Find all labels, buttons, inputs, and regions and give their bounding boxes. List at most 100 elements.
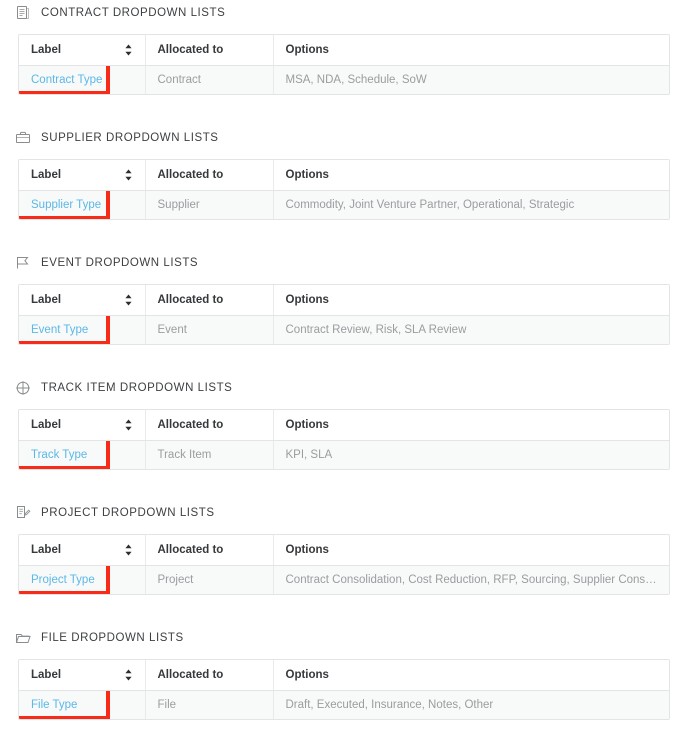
cell-options: KPI, SLA	[273, 440, 669, 469]
section-title: FILE DROPDOWN LISTS	[41, 632, 184, 644]
sort-arrows-icon[interactable]	[124, 44, 133, 56]
column-header-allocated-to-text: Allocated to	[157, 668, 224, 681]
section-header-supplier: SUPPLIER DROPDOWN LISTS	[0, 125, 688, 151]
column-header-label-text: Label	[31, 168, 62, 181]
table-row: Project Type Project Contract Consolidat…	[19, 565, 669, 594]
cell-allocated-to: Contract	[145, 65, 274, 94]
cell-allocated-to: Project	[145, 565, 274, 594]
column-header-allocated-to[interactable]: Allocated to	[145, 160, 274, 191]
dropdown-list-link[interactable]: Event Type	[31, 324, 88, 336]
dropdown-lists-table-file: Label Allocated to Options File Type Fil…	[18, 659, 670, 720]
column-header-allocated-to-text: Allocated to	[157, 293, 224, 306]
column-header-options-text: Options	[285, 43, 329, 56]
section-supplier: SUPPLIER DROPDOWN LISTS Label Allocated …	[0, 125, 688, 220]
section-title: CONTRACT DROPDOWN LISTS	[41, 7, 226, 19]
section-header-file: FILE DROPDOWN LISTS	[0, 625, 688, 651]
cell-label: Contract Type	[19, 65, 146, 94]
cell-options: Draft, Executed, Insurance, Notes, Other	[273, 690, 669, 719]
column-header-allocated-to[interactable]: Allocated to	[145, 535, 274, 566]
column-header-label-text: Label	[31, 418, 62, 431]
cell-options: Contract Consolidation, Cost Reduction, …	[273, 565, 669, 594]
section-title: TRACK ITEM DROPDOWN LISTS	[41, 382, 233, 394]
cell-options: Contract Review, Risk, SLA Review	[273, 315, 669, 344]
table-header-row: Label Allocated to Options	[19, 660, 669, 691]
table-row: Track Type Track Item KPI, SLA	[19, 440, 669, 469]
column-header-label-text: Label	[31, 293, 62, 306]
table-row: Supplier Type Supplier Commodity, Joint …	[19, 190, 669, 219]
section-track-item: TRACK ITEM DROPDOWN LISTS Label Allocate…	[0, 375, 688, 470]
column-header-label[interactable]: Label	[19, 285, 146, 316]
section-title: SUPPLIER DROPDOWN LISTS	[41, 132, 219, 144]
section-title: EVENT DROPDOWN LISTS	[41, 257, 199, 269]
document-pen-icon	[14, 504, 32, 522]
target-icon	[14, 379, 32, 397]
column-header-allocated-to-text: Allocated to	[157, 168, 224, 181]
column-header-label-text: Label	[31, 43, 62, 56]
column-header-allocated-to-text: Allocated to	[157, 418, 224, 431]
column-header-options[interactable]: Options	[273, 285, 669, 316]
table-header-row: Label Allocated to Options	[19, 285, 669, 316]
column-header-label-text: Label	[31, 543, 62, 556]
column-header-allocated-to[interactable]: Allocated to	[145, 285, 274, 316]
cell-label: Project Type	[19, 565, 146, 594]
column-header-options-text: Options	[285, 418, 329, 431]
column-header-allocated-to[interactable]: Allocated to	[145, 660, 274, 691]
section-project: PROJECT DROPDOWN LISTS Label Allocated t…	[0, 500, 688, 595]
table-header-row: Label Allocated to Options	[19, 35, 669, 66]
column-header-options-text: Options	[285, 543, 329, 556]
dropdown-list-link[interactable]: Contract Type	[31, 74, 102, 86]
flag-icon	[14, 254, 32, 272]
section-contract: CONTRACT DROPDOWN LISTS Label Allocated …	[0, 0, 688, 95]
dropdown-lists-table-contract: Label Allocated to Options Contract Type…	[18, 34, 670, 95]
dropdown-lists-table-track-item: Label Allocated to Options Track Type Tr…	[18, 409, 670, 470]
dropdown-lists-table-event: Label Allocated to Options Event Type Ev…	[18, 284, 670, 345]
column-header-label[interactable]: Label	[19, 410, 146, 441]
cell-allocated-to: Event	[145, 315, 274, 344]
table-header-row: Label Allocated to Options	[19, 535, 669, 566]
column-header-allocated-to[interactable]: Allocated to	[145, 35, 274, 66]
column-header-label[interactable]: Label	[19, 35, 146, 66]
section-header-contract: CONTRACT DROPDOWN LISTS	[0, 0, 688, 26]
column-header-label[interactable]: Label	[19, 160, 146, 191]
table-header-row: Label Allocated to Options	[19, 160, 669, 191]
column-header-allocated-to-text: Allocated to	[157, 43, 224, 56]
column-header-label[interactable]: Label	[19, 535, 146, 566]
table-row: Contract Type Contract MSA, NDA, Schedul…	[19, 65, 669, 94]
cell-options: MSA, NDA, Schedule, SoW	[273, 65, 669, 94]
column-header-allocated-to-text: Allocated to	[157, 543, 224, 556]
cell-label: Supplier Type	[19, 190, 146, 219]
table-row: File Type File Draft, Executed, Insuranc…	[19, 690, 669, 719]
table-row: Event Type Event Contract Review, Risk, …	[19, 315, 669, 344]
column-header-options-text: Options	[285, 293, 329, 306]
dropdown-lists-table-project: Label Allocated to Options Project Type …	[18, 534, 670, 595]
column-header-options-text: Options	[285, 668, 329, 681]
dropdown-list-link[interactable]: Track Type	[31, 449, 87, 461]
dropdown-list-link[interactable]: File Type	[31, 699, 77, 711]
folder-icon	[14, 629, 32, 647]
sort-arrows-icon[interactable]	[124, 419, 133, 431]
column-header-options[interactable]: Options	[273, 535, 669, 566]
section-title: PROJECT DROPDOWN LISTS	[41, 507, 215, 519]
dropdown-list-link[interactable]: Supplier Type	[31, 199, 101, 211]
dropdown-list-link[interactable]: Project Type	[31, 574, 95, 586]
section-header-project: PROJECT DROPDOWN LISTS	[0, 500, 688, 526]
section-header-event: EVENT DROPDOWN LISTS	[0, 250, 688, 276]
cell-label: File Type	[19, 690, 146, 719]
document-icon	[14, 4, 32, 22]
sort-arrows-icon[interactable]	[124, 294, 133, 306]
column-header-allocated-to[interactable]: Allocated to	[145, 410, 274, 441]
dropdown-lists-page: CONTRACT DROPDOWN LISTS Label Allocated …	[0, 0, 688, 736]
column-header-options[interactable]: Options	[273, 160, 669, 191]
sort-arrows-icon[interactable]	[124, 544, 133, 556]
sort-arrows-icon[interactable]	[124, 169, 133, 181]
column-header-options[interactable]: Options	[273, 35, 669, 66]
column-header-options[interactable]: Options	[273, 410, 669, 441]
section-header-track-item: TRACK ITEM DROPDOWN LISTS	[0, 375, 688, 401]
column-header-label-text: Label	[31, 668, 62, 681]
column-header-label[interactable]: Label	[19, 660, 146, 691]
dropdown-lists-table-supplier: Label Allocated to Options Supplier Type…	[18, 159, 670, 220]
section-file: FILE DROPDOWN LISTS Label Allocated to O…	[0, 625, 688, 720]
section-event: EVENT DROPDOWN LISTS Label Allocated to …	[0, 250, 688, 345]
column-header-options[interactable]: Options	[273, 660, 669, 691]
sort-arrows-icon[interactable]	[124, 669, 133, 681]
